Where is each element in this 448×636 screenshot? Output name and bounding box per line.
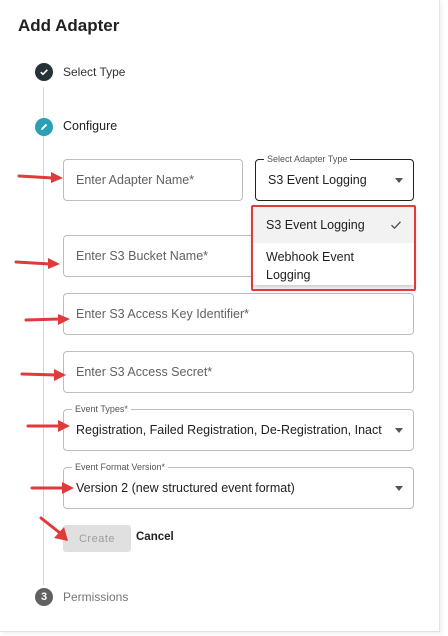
annotation-arrow-icon — [20, 369, 66, 381]
cancel-button[interactable]: Cancel — [136, 531, 174, 543]
dialog-title: Add Adapter — [18, 16, 120, 35]
event-types-select[interactable]: Event Types* Registration, Failed Regist… — [63, 404, 414, 451]
event-format-legend: Event Format Version* — [72, 462, 169, 473]
annotation-arrow-icon — [14, 258, 60, 269]
event-format-select[interactable]: Event Format Version* Version 2 (new str… — [63, 462, 414, 509]
step-completed-check-icon — [35, 63, 53, 81]
access-secret-placeholder: Enter S3 Access Secret* — [76, 365, 213, 379]
access-secret-input[interactable]: Enter S3 Access Secret* — [63, 351, 414, 393]
adapter-name-input[interactable]: Enter Adapter Name* — [63, 159, 243, 201]
step-active-pencil-icon — [35, 118, 53, 136]
step-select-type-label[interactable]: Select Type — [63, 65, 125, 79]
access-key-placeholder: Enter S3 Access Key Identifier* — [76, 307, 250, 321]
create-button[interactable]: Create — [63, 525, 131, 552]
menu-option-label: S3 Event Logging — [266, 218, 365, 232]
annotation-arrow-icon — [26, 420, 70, 432]
checkmark-icon — [391, 221, 401, 230]
menu-option-webhook-event-logging[interactable]: Webhook Event Logging — [253, 244, 414, 284]
bucket-name-input[interactable]: Enter S3 Bucket Name* — [63, 235, 251, 277]
annotation-arrow-icon — [30, 482, 74, 494]
event-types-value: Registration, Failed Registration, De-Re… — [76, 423, 382, 437]
access-key-input[interactable]: Enter S3 Access Key Identifier* — [63, 293, 414, 335]
bucket-name-placeholder: Enter S3 Bucket Name* — [76, 249, 209, 263]
event-format-value: Version 2 (new structured event format) — [76, 481, 295, 495]
dropdown-caret-icon — [395, 428, 403, 433]
annotation-arrow-icon — [24, 314, 70, 325]
step-permissions-label: Permissions — [63, 590, 129, 604]
annotation-arrow-icon — [39, 516, 68, 541]
menu-option-label: Webhook Event Logging — [266, 250, 355, 282]
adapter-type-menu: S3 Event Logging Webhook Event Logging — [253, 207, 414, 285]
step-configure-label: Configure — [63, 119, 118, 133]
dropdown-caret-icon — [395, 178, 403, 183]
stepper-connector — [43, 87, 44, 585]
adapter-name-placeholder: Enter Adapter Name* — [76, 173, 195, 187]
adapter-type-select[interactable]: Select Adapter Type S3 Event Logging — [255, 154, 414, 201]
dropdown-caret-icon — [395, 486, 403, 491]
step-number-badge: 3 — [35, 588, 53, 606]
annotation-arrow-icon — [17, 172, 63, 183]
adapter-type-value: S3 Event Logging — [268, 173, 367, 187]
menu-option-s3-event-logging[interactable]: S3 Event Logging — [253, 207, 414, 243]
adapter-type-legend: Select Adapter Type — [264, 154, 351, 165]
event-types-legend: Event Types* — [72, 404, 131, 415]
